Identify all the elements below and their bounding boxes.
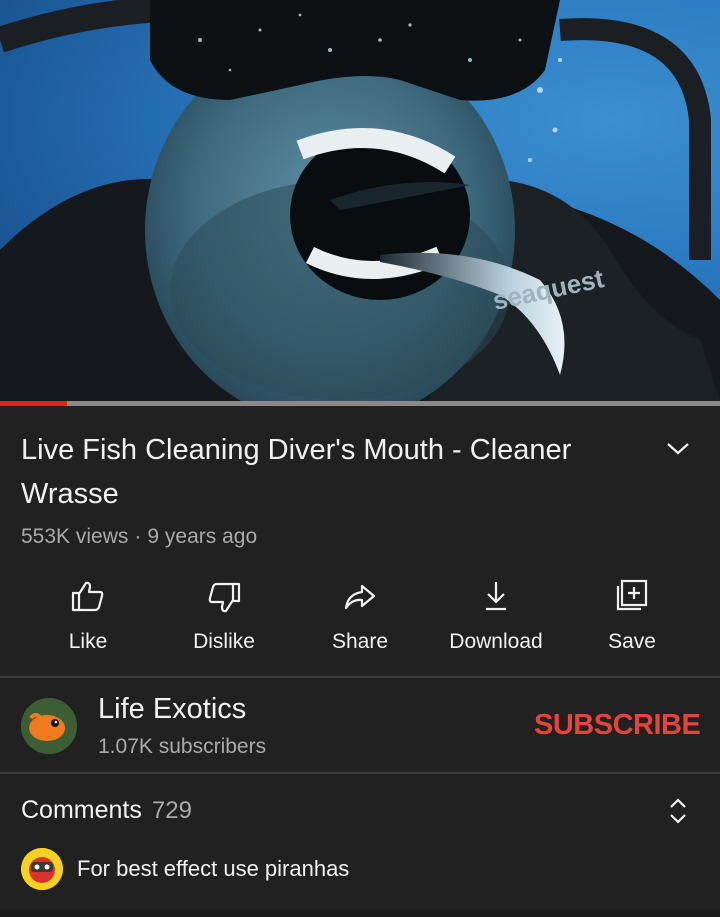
video-player[interactable]: seaquest [0,0,720,401]
subscribe-button[interactable]: SUBSCRIBE [534,709,701,742]
share-arrow-icon [344,584,376,610]
save-playlist-icon [616,579,648,611]
chevron-down-icon[interactable] [664,436,692,460]
channel-name[interactable]: Life Exotics [98,693,246,726]
bottom-edge [0,910,720,917]
download-icon [486,582,506,611]
comments-header: Comments 729 [21,796,192,825]
video-title: Live Fish Cleaning Diver's Mouth - Clean… [21,434,572,510]
view-count: 553K views [21,525,129,548]
thumbs-up-icon [71,581,104,612]
video-frame-image: seaquest [0,0,720,401]
channel-row[interactable]: Life Exotics 1.07K subscribers SUBSCRIBE [0,678,720,772]
commenter-avatar-image [21,848,63,890]
like-button[interactable]: Like [20,570,156,654]
dislike-label: Dislike [193,630,255,653]
action-bar: Like Dislike Share Download Save [0,570,720,670]
subscriber-count: 1.07K subscribers [98,735,267,758]
top-comment-text: For best effect use piranhas [77,856,350,881]
comments-title: Comments [21,796,142,824]
dislike-button[interactable]: Dislike [156,570,292,654]
comments-section[interactable]: Comments 729 For best effect use piranhas [0,774,720,910]
thumbs-down-icon [208,582,241,613]
channel-avatar-image [21,698,77,754]
upload-age: 9 years ago [147,525,258,548]
video-meta: 553K views · 9 years ago [21,525,257,549]
save-label: Save [608,630,656,653]
share-button[interactable]: Share [292,570,428,654]
download-button[interactable]: Download [428,570,564,654]
video-progress-bar[interactable] [0,401,720,406]
comments-count: 729 [151,797,192,824]
download-label: Download [449,630,543,653]
expand-comments-icon[interactable] [664,796,692,826]
meta-separator: · [134,525,142,548]
commenter-avatar[interactable] [21,848,63,890]
share-label: Share [331,630,389,653]
channel-avatar[interactable] [21,698,77,754]
like-label: Like [68,630,108,653]
video-title-block[interactable]: Live Fish Cleaning Diver's Mouth - Clean… [21,428,621,516]
save-button[interactable]: Save [564,570,700,654]
video-progress-fill [0,401,67,406]
